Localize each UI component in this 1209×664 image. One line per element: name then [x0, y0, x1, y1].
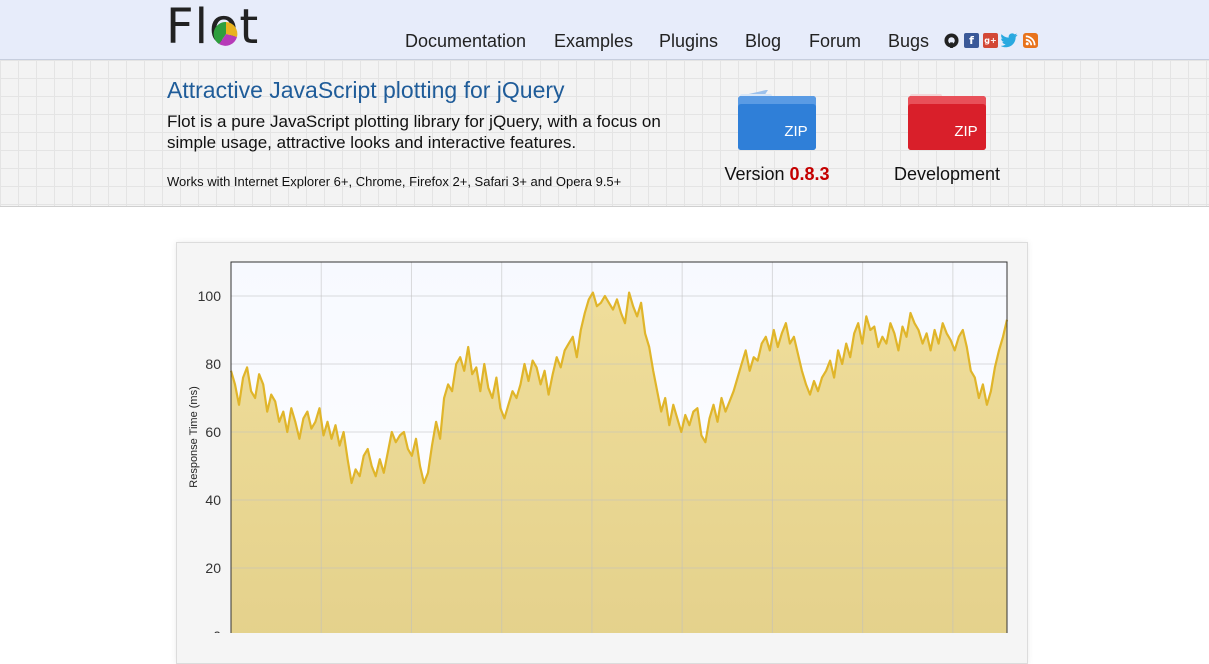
facebook-icon[interactable]: f [964, 33, 979, 48]
nav-examples[interactable]: Examples [554, 31, 633, 52]
y-tick-label: 80 [205, 356, 221, 372]
version-prefix: Version [724, 164, 790, 184]
rss-icon[interactable] [1023, 33, 1038, 48]
y-tick-label: 60 [205, 424, 221, 440]
y-tick-label: 40 [205, 492, 221, 508]
github-icon[interactable] [944, 33, 959, 48]
page-title: Attractive JavaScript plotting for jQuer… [167, 77, 565, 103]
nav-documentation[interactable]: Documentation [405, 31, 526, 52]
development-label[interactable]: Development [872, 164, 1022, 185]
top-navigation-bar: Flot Documentation Examples Plugins Blog… [0, 0, 1209, 60]
version-label[interactable]: Version 0.8.3 [702, 164, 852, 185]
folder-zip-icon: ZIP [738, 90, 816, 150]
version-number: 0.8.3 [789, 164, 830, 184]
folder-zip-icon: ZIP [908, 94, 986, 150]
y-tick-label: 0 [213, 628, 221, 633]
y-axis-label: Response Time (ms) [188, 386, 200, 487]
y-tick-label: 20 [205, 560, 221, 576]
twitter-icon[interactable] [1001, 33, 1018, 48]
nav-forum[interactable]: Forum [809, 31, 861, 52]
nav-bugs[interactable]: Bugs [888, 31, 929, 52]
google-plus-icon[interactable]: g+ [983, 33, 998, 48]
zip-label: ZIP [784, 123, 807, 140]
browser-compatibility: Works with Internet Explorer 6+, Chrome,… [167, 174, 622, 189]
zip-label: ZIP [954, 123, 977, 140]
y-tick-label: 100 [198, 288, 222, 304]
pie-chart-logo-icon [213, 21, 238, 46]
hero-section: Attractive JavaScript plotting for jQuer… [0, 60, 1209, 207]
response-time-chart[interactable]: 0 20 40 60 80 100 Response Time (ms) [176, 242, 1028, 633]
nav-plugins[interactable]: Plugins [659, 31, 718, 52]
project-description: Flot is a pure JavaScript plotting libra… [167, 112, 661, 152]
nav-blog[interactable]: Blog [745, 31, 781, 52]
